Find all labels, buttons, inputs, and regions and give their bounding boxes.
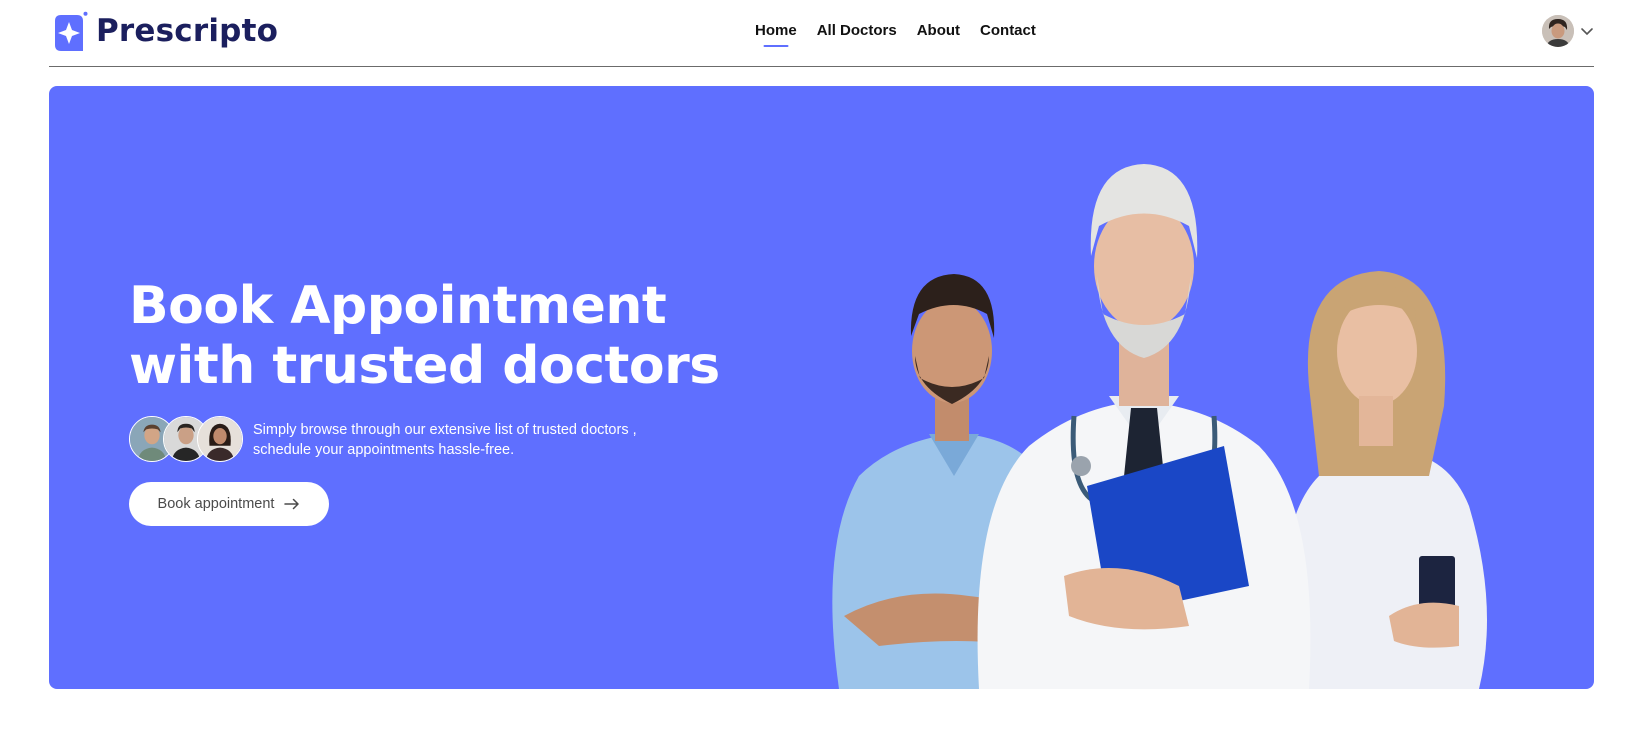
hero-headline-line-2: with trusted doctors: [129, 336, 720, 396]
profile-menu[interactable]: [1542, 15, 1594, 47]
star-badge-icon: [55, 11, 88, 51]
chevron-down-icon[interactable]: [1580, 24, 1594, 38]
brand-name: Prescripto: [96, 13, 279, 49]
arrow-right-icon: [284, 498, 300, 510]
doctor-center-figure: [977, 164, 1311, 689]
navbar: Prescripto Home All Doctors About Contac…: [49, 0, 1594, 67]
trust-row: Simply browse through our extensive list…: [129, 416, 637, 464]
main-menu: Home All Doctors About Contact: [755, 22, 1036, 45]
nav-about[interactable]: About: [917, 22, 960, 45]
hero-subtitle-line-2: schedule your appointments hassle-free.: [253, 442, 515, 458]
hero-subtitle-line-1: Simply browse through our extensive list…: [253, 422, 637, 438]
doctor-avatar-group: [129, 416, 243, 464]
doctors-group-image: [832, 164, 1487, 689]
book-appointment-button[interactable]: Book appointment: [129, 482, 329, 526]
nav-all-doctors[interactable]: All Doctors: [817, 22, 897, 45]
doctor-avatar-3: [197, 416, 243, 462]
hero-headline-line-1: Book Appointment: [129, 276, 667, 336]
hero-banner: Book Appointment with trusted doctors Si…: [49, 86, 1594, 689]
nav-contact[interactable]: Contact: [980, 22, 1036, 45]
book-appointment-label: Book appointment: [157, 496, 275, 512]
doctor-right-figure: [1283, 271, 1487, 689]
user-avatar[interactable]: [1542, 15, 1574, 47]
nav-home[interactable]: Home: [755, 22, 797, 45]
hero-subtitle: Simply browse through our extensive list…: [253, 420, 637, 460]
brand-logo[interactable]: Prescripto: [49, 11, 278, 51]
hero-headline: Book Appointment with trusted doctors: [129, 276, 720, 396]
